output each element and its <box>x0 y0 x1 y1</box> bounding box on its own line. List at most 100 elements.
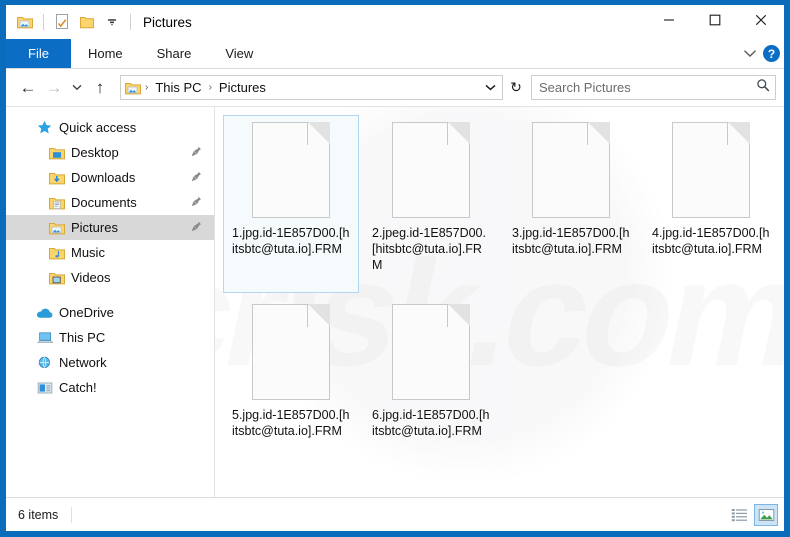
sidebar-item-pictures[interactable]: Pictures <box>6 215 214 240</box>
file-item[interactable]: 5.jpg.id-1E857D00.[hitsbtc@tuta.io].FRM <box>223 297 359 475</box>
file-item[interactable]: 2.jpeg.id-1E857D00.[hitsbtc@tuta.io].FRM <box>363 115 499 293</box>
search-box[interactable] <box>531 75 776 100</box>
tab-home[interactable]: Home <box>71 39 140 68</box>
sidebar-item-catch[interactable]: Catch! <box>6 375 214 400</box>
window-title: Pictures <box>143 14 192 30</box>
status-divider <box>71 506 73 523</box>
pictures-folder-icon[interactable] <box>14 11 36 33</box>
up-button[interactable]: ↑ <box>88 76 112 100</box>
address-bar: ← → ↑ › This PC › Pictures ↻ <box>6 69 784 106</box>
generic-file-icon <box>252 304 330 400</box>
file-name-label: 6.jpg.id-1E857D00.[hitsbtc@tuta.io].FRM <box>372 408 490 438</box>
breadcrumb-item-pictures[interactable]: Pictures <box>216 79 269 96</box>
file-list-pane[interactable]: pcrisk.com 1.jpg.id-1E857D00.[hitsbtc@tu… <box>215 107 784 497</box>
properties-icon[interactable] <box>51 11 73 33</box>
file-item[interactable]: 6.jpg.id-1E857D00.[hitsbtc@tuta.io].FRM <box>363 297 499 475</box>
quick-access-toolbar <box>6 11 135 33</box>
file-explorer-window: Pictures File Home Share View ? ← → ↑ › … <box>0 0 790 537</box>
file-name-label: 2.jpeg.id-1E857D00.[hitsbtc@tuta.io].FRM <box>372 226 486 272</box>
desktop-folder-icon <box>48 145 65 161</box>
customize-dropdown-icon[interactable] <box>101 11 123 33</box>
star-icon <box>36 120 53 136</box>
file-name-label: 4.jpg.id-1E857D00.[hitsbtc@tuta.io].FRM <box>652 226 770 256</box>
sidebar-item-onedrive[interactable]: OneDrive <box>6 300 214 325</box>
generic-file-icon <box>252 122 330 218</box>
close-button[interactable] <box>738 5 784 35</box>
help-button[interactable]: ? <box>763 45 780 62</box>
tab-view[interactable]: View <box>208 39 270 68</box>
sidebar-item-label: Quick access <box>59 120 137 135</box>
sidebar-item-label: Downloads <box>71 170 136 185</box>
sidebar-gap-1 <box>6 290 214 300</box>
generic-file-icon <box>672 122 750 218</box>
file-name-label: 3.jpg.id-1E857D00.[hitsbtc@tuta.io].FRM <box>512 226 630 256</box>
sidebar-item-label: Desktop <box>71 145 119 160</box>
sidebar-item-videos[interactable]: Videos <box>6 265 214 290</box>
tab-file[interactable]: File <box>6 39 71 68</box>
window-controls <box>646 5 784 35</box>
sidebar-item-label: Documents <box>71 195 137 210</box>
pin-icon[interactable] <box>191 171 202 185</box>
forward-button[interactable]: → <box>42 76 66 100</box>
sidebar-item-label: Videos <box>71 270 111 285</box>
file-grid: 1.jpg.id-1E857D00.[hitsbtc@tuta.io].FRM … <box>215 107 784 477</box>
file-item[interactable]: 3.jpg.id-1E857D00.[hitsbtc@tuta.io].FRM <box>503 115 639 293</box>
generic-file-icon <box>392 304 470 400</box>
new-folder-icon[interactable] <box>76 11 98 33</box>
file-item[interactable]: 1.jpg.id-1E857D00.[hitsbtc@tuta.io].FRM <box>223 115 359 293</box>
sidebar-item-music[interactable]: Music <box>6 240 214 265</box>
toolbar-divider <box>43 14 44 30</box>
file-name-label: 1.jpg.id-1E857D00.[hitsbtc@tuta.io].FRM <box>232 226 350 256</box>
navigation-pane: Quick access Desktop Downloads Documents… <box>6 107 215 497</box>
pin-icon[interactable] <box>191 146 202 160</box>
expand-ribbon-chevron-down-icon[interactable] <box>743 45 757 63</box>
music-folder-icon <box>48 245 65 261</box>
onedrive-cloud-icon <box>36 305 53 321</box>
tab-share[interactable]: Share <box>140 39 209 68</box>
breadcrumb-item-this-pc[interactable]: This PC <box>152 79 204 96</box>
documents-folder-icon <box>48 195 65 211</box>
minimize-button[interactable] <box>646 5 692 35</box>
sidebar-item-label: Network <box>59 355 107 370</box>
file-item[interactable]: 4.jpg.id-1E857D00.[hitsbtc@tuta.io].FRM <box>643 115 779 293</box>
breadcrumb-folder-icon <box>125 81 141 95</box>
generic-file-icon <box>392 122 470 218</box>
sidebar-item-documents[interactable]: Documents <box>6 190 214 215</box>
sidebar-item-label: OneDrive <box>59 305 114 320</box>
sidebar-item-quick-access[interactable]: Quick access <box>6 115 214 140</box>
large-icons-view-button[interactable] <box>754 503 778 526</box>
back-button[interactable]: ← <box>16 76 40 100</box>
videos-folder-icon <box>48 270 65 286</box>
sidebar-item-label: Pictures <box>71 220 118 235</box>
ribbon-right-controls: ? <box>743 39 780 68</box>
sidebar-item-label: Catch! <box>59 380 97 395</box>
item-count-label: 6 items <box>18 507 59 522</box>
recent-locations-chevron-down-icon[interactable] <box>68 76 86 100</box>
search-input[interactable] <box>537 79 756 96</box>
address-dropdown-chevron-down-icon[interactable] <box>485 82 498 94</box>
pin-icon[interactable] <box>191 221 202 235</box>
pin-icon[interactable] <box>191 196 202 210</box>
pictures-folder-icon <box>48 220 65 236</box>
sidebar-item-this-pc[interactable]: This PC <box>6 325 214 350</box>
breadcrumb-separator-2: › <box>208 82 212 93</box>
view-toggle-group <box>727 503 778 526</box>
status-bar: 6 items <box>6 497 784 531</box>
refresh-button[interactable]: ↻ <box>505 76 527 99</box>
search-icon[interactable] <box>756 78 770 97</box>
sidebar-item-label: This PC <box>59 330 106 345</box>
maximize-button[interactable] <box>692 5 738 35</box>
breadcrumb[interactable]: › This PC › Pictures <box>120 75 503 100</box>
breadcrumb-separator-1: › <box>145 82 149 93</box>
ribbon-tab-bar: File Home Share View ? <box>6 39 784 69</box>
sidebar-item-downloads[interactable]: Downloads <box>6 165 214 190</box>
details-view-button[interactable] <box>727 504 751 526</box>
sidebar-item-desktop[interactable]: Desktop <box>6 140 214 165</box>
catch-icon <box>36 380 53 396</box>
this-pc-icon <box>36 330 53 346</box>
generic-file-icon <box>532 122 610 218</box>
toolbar-divider-2 <box>130 14 131 30</box>
sidebar-item-label: Music <box>71 245 105 260</box>
file-name-label: 5.jpg.id-1E857D00.[hitsbtc@tuta.io].FRM <box>232 408 350 438</box>
sidebar-item-network[interactable]: Network <box>6 350 214 375</box>
